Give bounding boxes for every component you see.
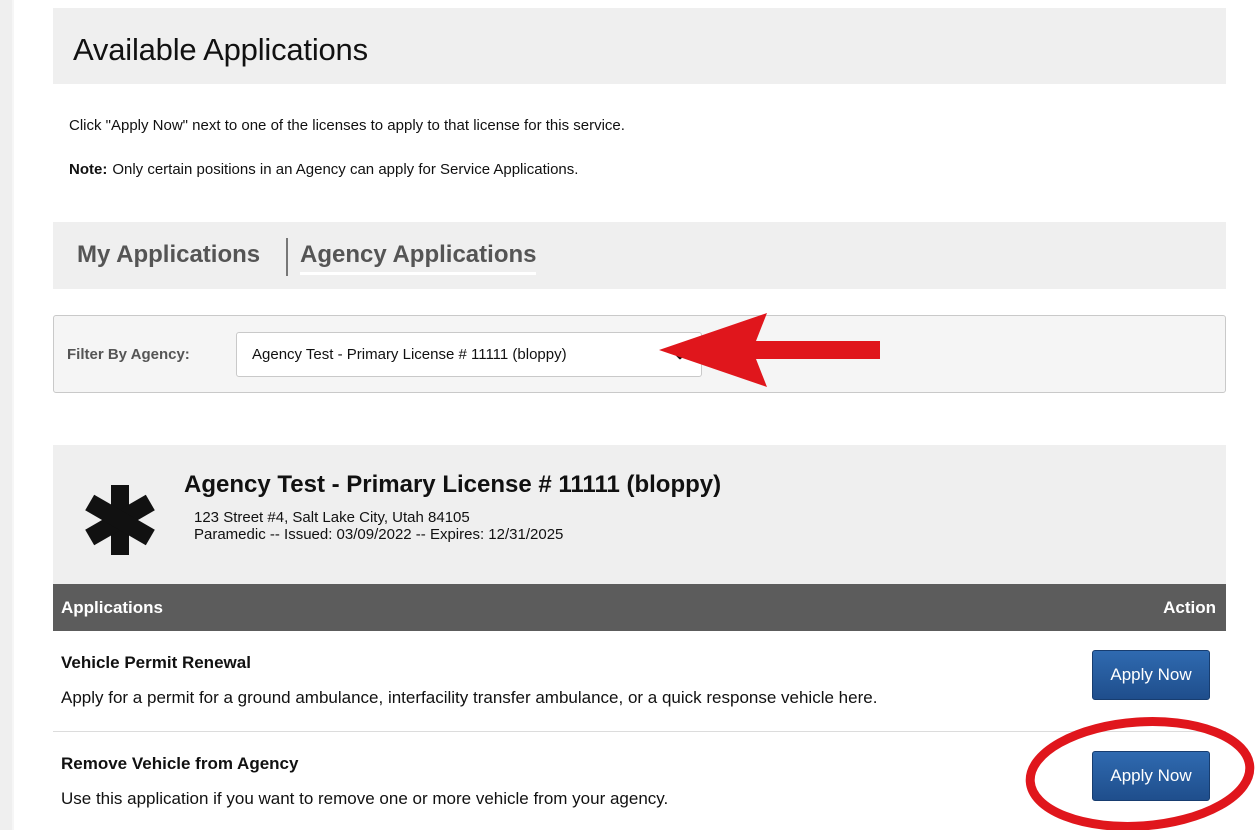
note-label: Note: xyxy=(69,161,108,178)
agency-name: Agency Test - Primary License # 11111 (b… xyxy=(184,471,722,498)
tab-agency-applications[interactable]: Agency Applications xyxy=(300,241,537,275)
red-arrow-annotation xyxy=(659,313,880,387)
agency-license-info: Paramedic -- Issued: 03/09/2022 -- Expir… xyxy=(194,526,564,543)
column-applications: Applications xyxy=(61,598,164,617)
red-circle-annotation xyxy=(1025,717,1255,830)
star-of-life-icon xyxy=(85,485,155,555)
application-title: Vehicle Permit Renewal xyxy=(61,653,251,672)
page-title: Available Applications xyxy=(73,32,368,67)
intro-text: Click "Apply Now" next to one of the lic… xyxy=(69,117,625,134)
agency-filter-select[interactable]: Agency Test - Primary License # 11111 (b… xyxy=(236,332,702,377)
filter-label: Filter By Agency: xyxy=(67,346,190,363)
applications-table-header: Applications Action xyxy=(53,584,1226,631)
application-description: Apply for a permit for a ground ambulanc… xyxy=(61,688,878,707)
column-action: Action xyxy=(1163,598,1216,617)
tab-my-applications[interactable]: My Applications xyxy=(77,241,260,269)
agency-filter-panel: Filter By Agency: Agency Test - Primary … xyxy=(53,315,1226,393)
agency-address: 123 Street #4, Salt Lake City, Utah 8410… xyxy=(194,509,470,526)
page-header: Available Applications xyxy=(53,8,1226,84)
note-body: Only certain positions in an Agency can … xyxy=(112,161,579,178)
tab-divider xyxy=(286,238,288,276)
apply-now-button[interactable]: Apply Now xyxy=(1092,650,1210,700)
application-description: Use this application if you want to remo… xyxy=(61,789,669,808)
agency-card: Agency Test - Primary License # 11111 (b… xyxy=(53,445,1226,585)
left-rail xyxy=(0,0,12,830)
note-text: Note: Only certain positions in an Agency… xyxy=(69,161,578,178)
agency-filter-value: Agency Test - Primary License # 11111 (b… xyxy=(252,346,567,363)
application-tabs: My Applications Agency Applications xyxy=(53,222,1226,289)
application-title: Remove Vehicle from Agency xyxy=(61,754,299,773)
left-rail-edge xyxy=(12,0,14,830)
